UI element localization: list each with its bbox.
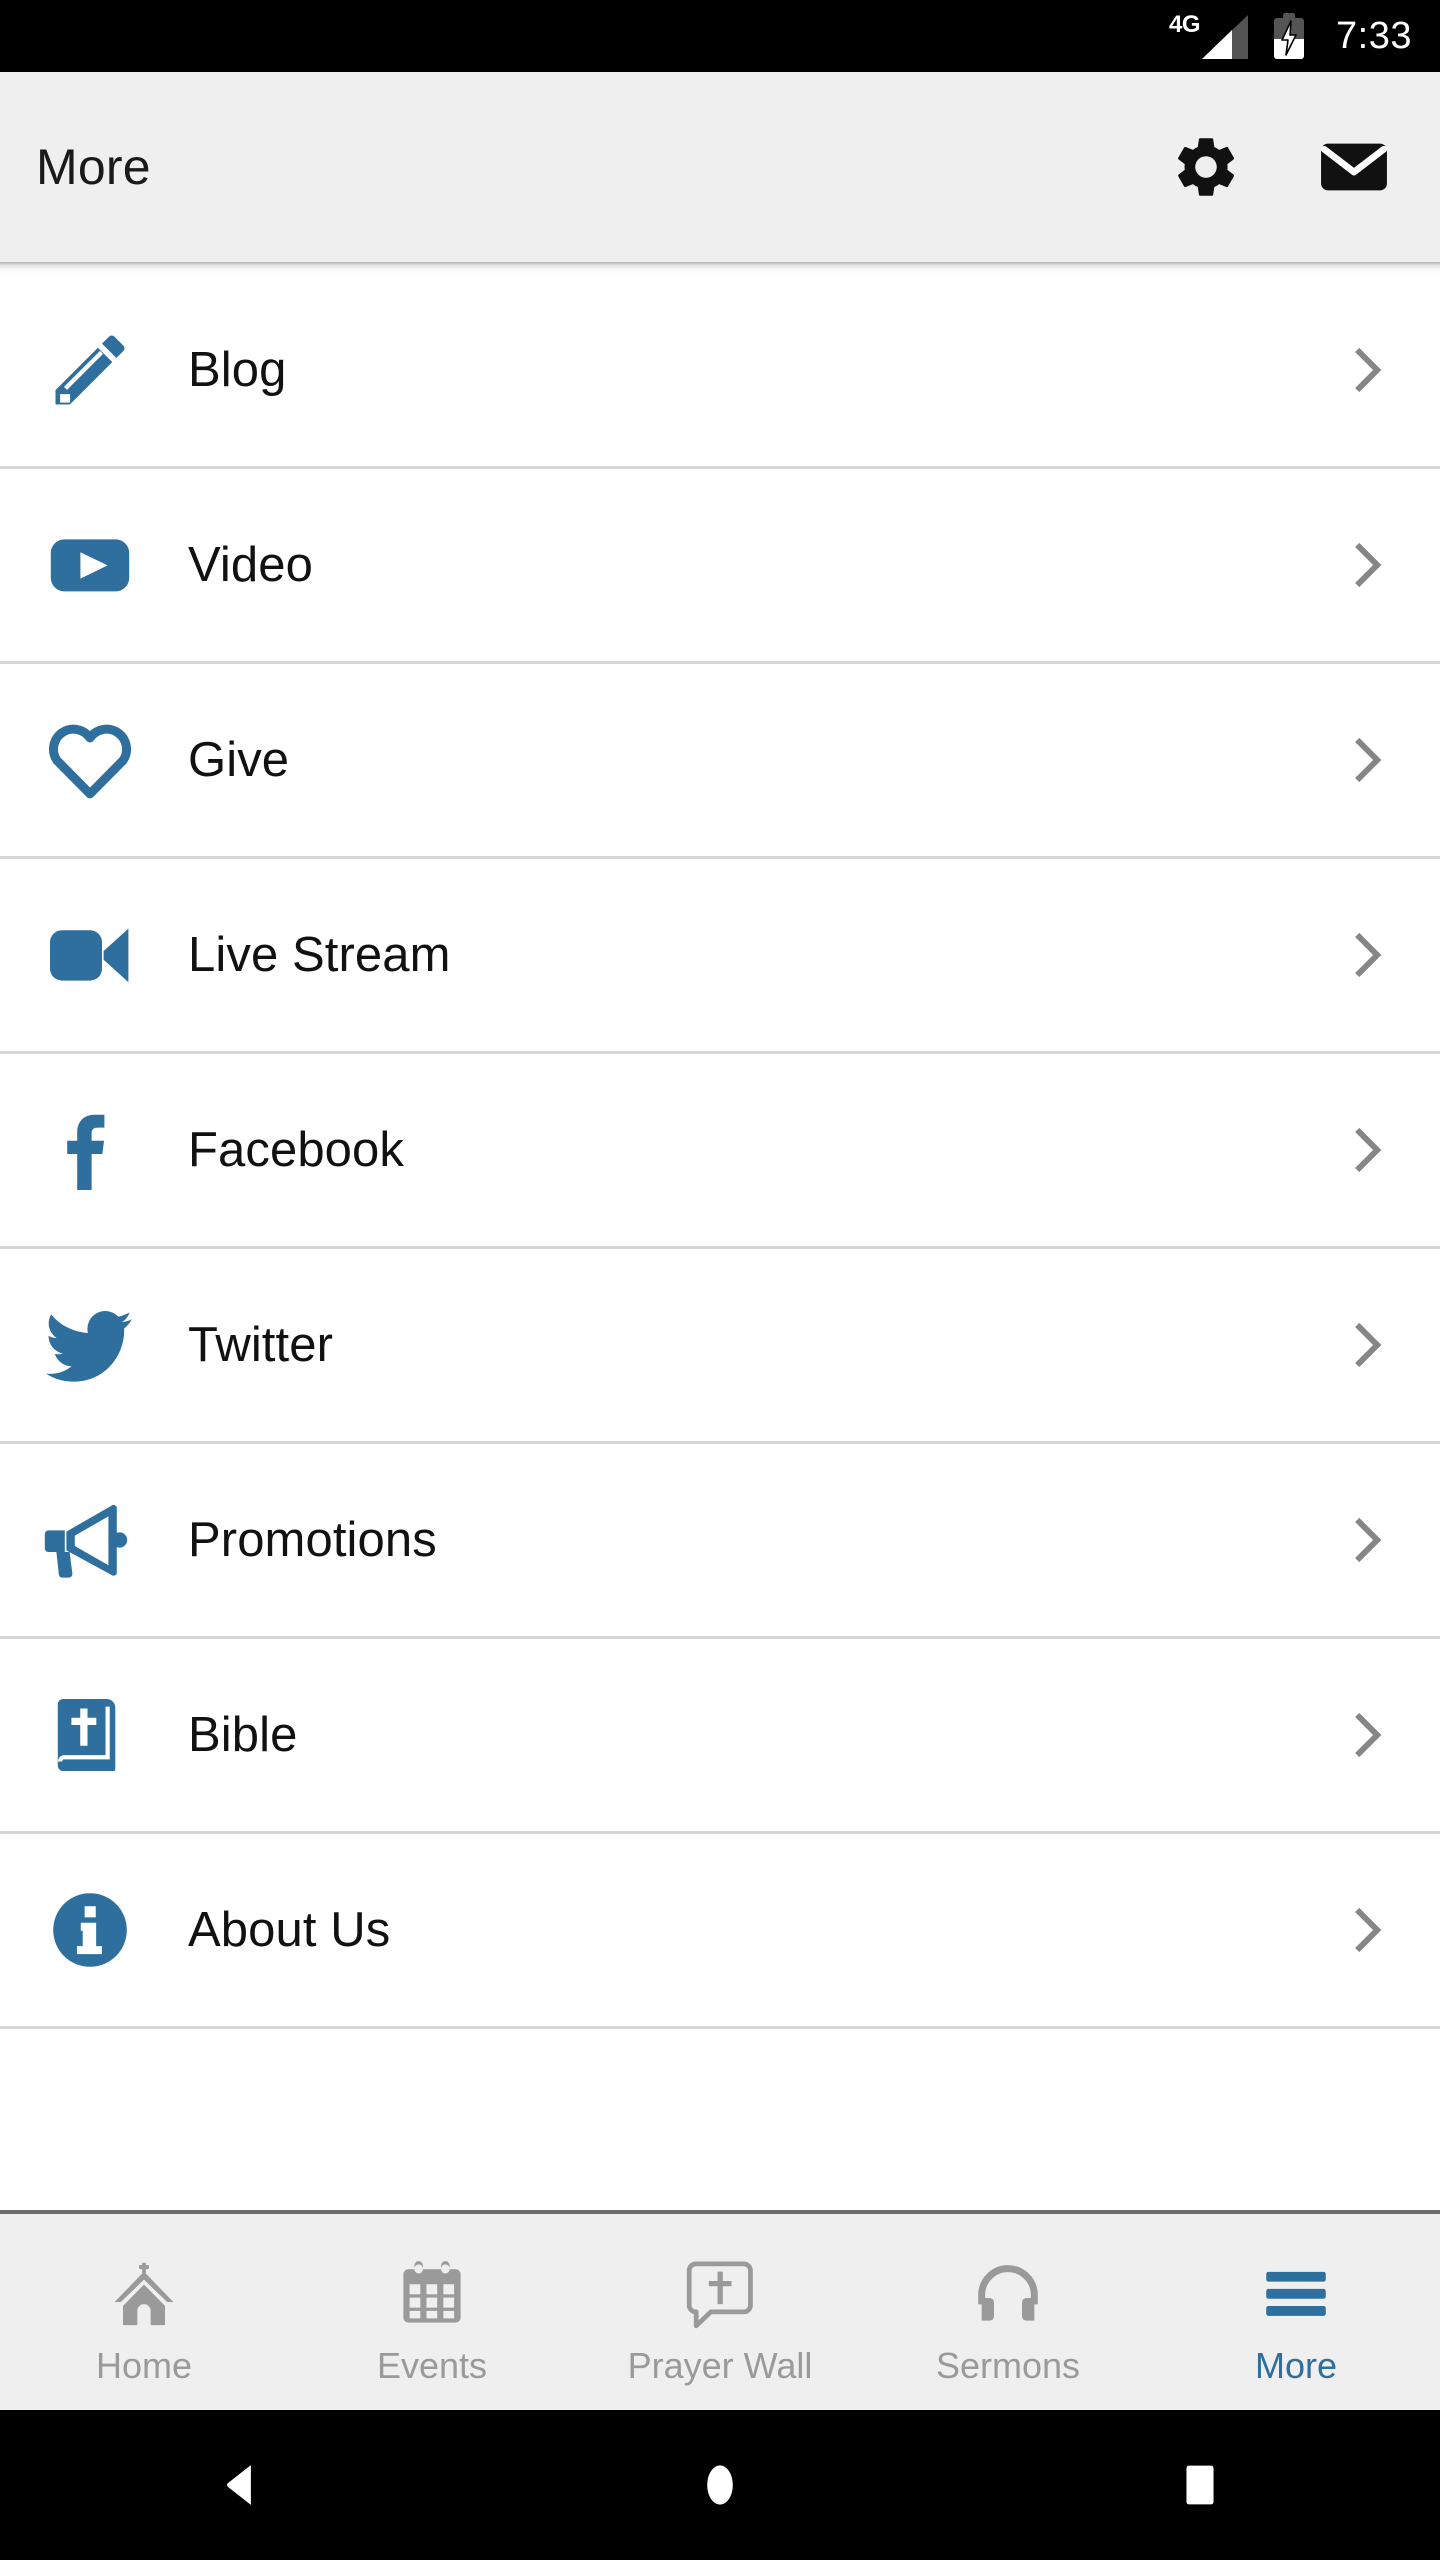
list-item-label: Bible — [188, 1707, 298, 1762]
chevron-right-icon — [1336, 1318, 1396, 1372]
tab-label: Home — [95, 2345, 193, 2386]
list-item-label: Blog — [188, 342, 287, 397]
chevron-right-icon — [1336, 733, 1396, 787]
facebook-icon — [36, 1096, 144, 1204]
tab-label: Events — [376, 2345, 488, 2386]
church-icon — [102, 2248, 186, 2340]
video-camera-icon — [36, 901, 144, 1009]
battery-charging-icon — [1274, 13, 1305, 59]
list-item-label: Facebook — [188, 1122, 404, 1177]
settings-button[interactable] — [1168, 129, 1244, 205]
chevron-right-icon — [1336, 538, 1396, 592]
tab-label: Prayer Wall — [627, 2345, 813, 2386]
prayer-bubble-icon — [678, 2248, 762, 2340]
headphones-icon — [968, 2248, 1048, 2340]
tab-label: More — [1254, 2345, 1338, 2386]
list-item-label: Give — [188, 732, 290, 787]
play-button-icon — [36, 511, 144, 619]
list-item-live-stream[interactable]: Live Stream — [0, 859, 1440, 1054]
chevron-right-icon — [1336, 1123, 1396, 1177]
chevron-right-icon — [1336, 1708, 1396, 1762]
tab-more[interactable]: More — [1152, 2214, 1440, 2410]
list-item-label: Live Stream — [188, 927, 451, 982]
mail-button[interactable] — [1316, 129, 1392, 205]
tab-label: Sermons — [935, 2345, 1081, 2386]
chevron-right-icon — [1336, 1903, 1396, 1957]
system-navigation-bar — [0, 2410, 1440, 2560]
recents-button[interactable] — [1110, 2410, 1290, 2560]
status-bar-right-group: 4G 7:33 — [1169, 13, 1412, 59]
list-item-bible[interactable]: Bible — [0, 1639, 1440, 1834]
gear-icon — [1178, 138, 1235, 196]
list-item-label: About Us — [188, 1902, 391, 1957]
back-triangle-icon — [227, 2465, 251, 2505]
list-item-facebook[interactable]: Facebook — [0, 1054, 1440, 1249]
list-item-label: Promotions — [188, 1512, 437, 1567]
home-circle-icon — [707, 2465, 733, 2505]
recents-square-icon — [1186, 2465, 1214, 2505]
envelope-icon — [1320, 143, 1388, 191]
megaphone-icon — [36, 1486, 144, 1594]
status-bar-clock: 7:33 — [1336, 15, 1412, 57]
back-button[interactable] — [150, 2410, 330, 2560]
heart-outline-icon — [36, 706, 144, 814]
charging-bolt-glyph — [1281, 20, 1297, 56]
bible-book-icon — [36, 1681, 144, 1789]
status-bar: 4G 7:33 — [0, 0, 1440, 72]
hamburger-icon — [1258, 2248, 1334, 2340]
signal-bars-icon — [1202, 15, 1249, 59]
info-circle-icon — [36, 1876, 144, 1984]
network-status-group: 4G — [1169, 11, 1249, 59]
app-bar: More — [0, 72, 1440, 262]
app-bar-shadow — [0, 262, 1440, 274]
tab-events[interactable]: Events — [288, 2214, 576, 2410]
list-item-give[interactable]: Give — [0, 664, 1440, 859]
list-item-about-us[interactable]: About Us — [0, 1834, 1440, 2029]
bottom-tab-bar: Home Events Prayer Wall Sermons More — [0, 2210, 1440, 2410]
tab-prayer-wall[interactable]: Prayer Wall — [576, 2214, 864, 2410]
tab-sermons[interactable]: Sermons — [864, 2214, 1152, 2410]
list-item-promotions[interactable]: Promotions — [0, 1444, 1440, 1639]
list-item-twitter[interactable]: Twitter — [0, 1249, 1440, 1444]
tab-home[interactable]: Home — [0, 2214, 288, 2410]
network-type-label: 4G — [1169, 11, 1201, 38]
list-item-video[interactable]: Video — [0, 469, 1440, 664]
app-bar-actions — [1168, 129, 1404, 205]
list-item-blog[interactable]: Blog — [0, 274, 1440, 469]
phone-screen: 4G 7:33 More Blog Video Give Live Stream… — [0, 0, 1440, 2560]
chevron-right-icon — [1336, 343, 1396, 397]
more-menu-list: Blog Video Give Live Stream Facebook Twi… — [0, 274, 1440, 2210]
list-item-label: Twitter — [188, 1317, 333, 1372]
list-item-label: Video — [188, 537, 313, 592]
chevron-right-icon — [1336, 928, 1396, 982]
twitter-bird-icon — [36, 1291, 144, 1399]
pencil-icon — [36, 316, 144, 424]
home-button[interactable] — [630, 2410, 810, 2560]
page-title: More — [36, 139, 151, 195]
chevron-right-icon — [1336, 1513, 1396, 1567]
calendar-icon — [393, 2248, 471, 2340]
